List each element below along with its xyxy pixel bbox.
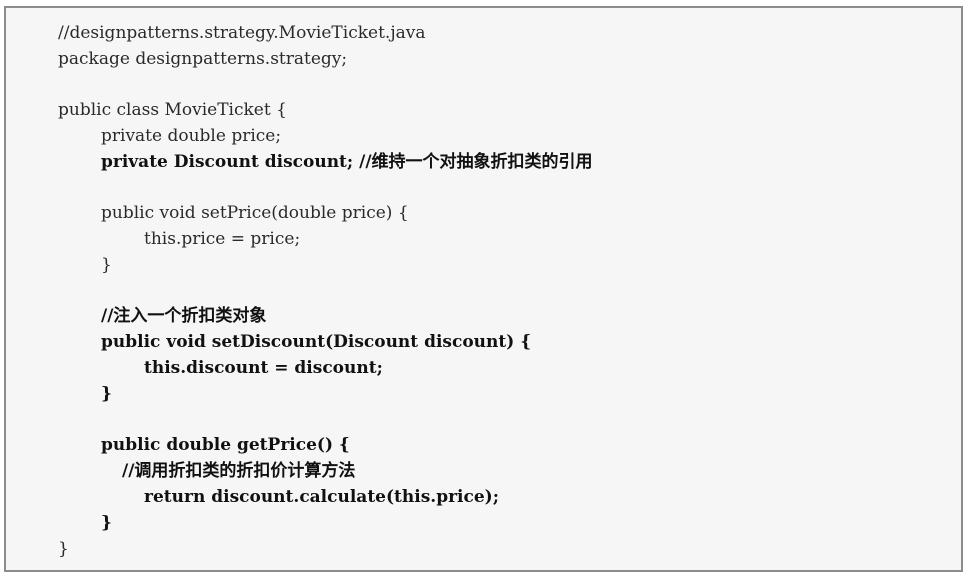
code-line-setdiscount-body: this.discount = discount;: [144, 358, 383, 378]
code-listing-box: //designpatterns.strategy.MovieTicket.ja…: [4, 6, 963, 572]
code-line-setdiscount-close: }: [101, 384, 112, 404]
code-line-getprice-signature: public double getPrice() {: [101, 435, 350, 455]
code-line-package: package designpatterns.strategy;: [58, 49, 348, 69]
code-line-inject-comment: //注入一个折扣类对象: [101, 306, 267, 326]
code-line-setprice-body: this.price = price;: [144, 229, 301, 249]
code-line-class-close: }: [58, 539, 69, 559]
code-line-setdiscount-signature: public void setDiscount(Discount discoun…: [101, 332, 532, 352]
code-line-getprice-return: return discount.calculate(this.price);: [144, 487, 499, 507]
code-line-getprice-close: }: [101, 513, 112, 533]
code-block: //designpatterns.strategy.MovieTicket.ja…: [6, 8, 961, 570]
code-line-file-comment: //designpatterns.strategy.MovieTicket.ja…: [58, 23, 426, 43]
code-line-setprice-close: }: [101, 255, 112, 275]
code-line-calc-comment: //调用折扣类的折扣价计算方法: [122, 461, 356, 481]
code-line-setprice-signature: public void setPrice(double price) {: [101, 203, 409, 223]
code-line-class-declaration: public class MovieTicket {: [58, 100, 287, 120]
code-line-field-price: private double price;: [101, 126, 282, 146]
code-line-field-discount: private Discount discount; //维持一个对抽象折扣类的…: [101, 152, 593, 172]
